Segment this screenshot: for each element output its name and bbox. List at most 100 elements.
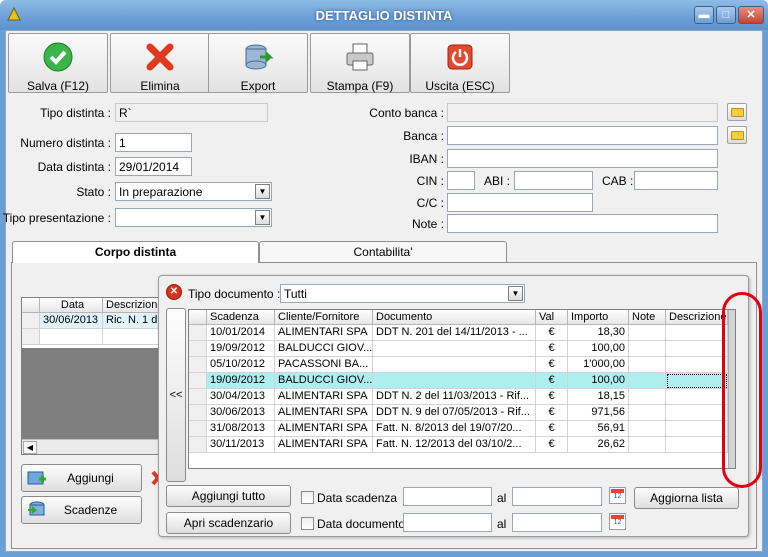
- table-cell[interactable]: ALIMENTARI SPA: [275, 405, 373, 421]
- table-cell[interactable]: Fatt. N. 8/2013 del 19/07/20...: [373, 421, 536, 437]
- table-cell[interactable]: 18,15: [568, 389, 629, 405]
- table-cell[interactable]: [629, 373, 666, 389]
- tipo-documento-select[interactable]: Tutti ▼: [280, 284, 525, 303]
- aggiorna-lista-button[interactable]: Aggiorna lista: [634, 487, 739, 509]
- table-cell[interactable]: [666, 421, 728, 437]
- column-header-documento[interactable]: Documento: [373, 310, 536, 325]
- table-cell[interactable]: [373, 341, 536, 357]
- table-cell[interactable]: Fatt. N. 12/2013 del 03/10/2...: [373, 437, 536, 453]
- table-cell[interactable]: [666, 373, 728, 389]
- data-scadenza-to-input[interactable]: [512, 487, 602, 506]
- maximize-button[interactable]: □: [716, 6, 736, 24]
- apri-scadenzario-button[interactable]: Apri scadenzario: [166, 512, 291, 534]
- save-button[interactable]: Salva (F12): [8, 33, 108, 93]
- column-header-cliente-fornitore[interactable]: Cliente/Fornitore: [275, 310, 373, 325]
- minimize-button[interactable]: ▬: [694, 6, 714, 24]
- row-indicator[interactable]: [189, 325, 207, 341]
- table-cell[interactable]: DDT N. 9 del 07/05/2013 - Rif...: [373, 405, 536, 421]
- data-documento-to-input[interactable]: [512, 513, 602, 532]
- table-cell[interactable]: 31/08/2013: [207, 421, 275, 437]
- table-cell[interactable]: 10/01/2014: [207, 325, 275, 341]
- table-cell[interactable]: €: [536, 373, 568, 389]
- data-documento-from-input[interactable]: [403, 513, 492, 532]
- table-cell[interactable]: [629, 405, 666, 421]
- table-cell[interactable]: [666, 341, 728, 357]
- print-button[interactable]: Stampa (F9): [310, 33, 410, 93]
- table-cell[interactable]: [629, 421, 666, 437]
- table-cell[interactable]: 05/10/2012: [207, 357, 275, 373]
- table-cell[interactable]: [373, 357, 536, 373]
- stato-select[interactable]: In preparazione ▼: [115, 182, 272, 201]
- table-cell[interactable]: €: [536, 437, 568, 453]
- column-header-valuta[interactable]: Val: [536, 310, 568, 325]
- table-cell[interactable]: [666, 325, 728, 341]
- tab-contabilita[interactable]: Contabilita': [259, 241, 507, 263]
- folder-browse-button[interactable]: [727, 103, 747, 121]
- table-cell[interactable]: 19/09/2012: [207, 373, 275, 389]
- aggiungi-button[interactable]: Aggiungi: [21, 464, 142, 492]
- column-header-note[interactable]: Note: [629, 310, 666, 325]
- table-cell[interactable]: ALIMENTARI SPA: [275, 421, 373, 437]
- close-button[interactable]: ✕: [738, 6, 764, 24]
- delete-button[interactable]: Elimina: [110, 33, 210, 93]
- table-cell[interactable]: €: [536, 421, 568, 437]
- table-cell[interactable]: [629, 325, 666, 341]
- table-cell[interactable]: [629, 341, 666, 357]
- export-button[interactable]: Export: [208, 33, 308, 93]
- calendar-icon[interactable]: 12: [609, 487, 626, 504]
- table-cell[interactable]: [666, 357, 728, 373]
- abi-input[interactable]: [514, 171, 593, 190]
- iban-input[interactable]: [447, 149, 718, 168]
- column-header-importo[interactable]: Importo: [568, 310, 629, 325]
- table-cell[interactable]: [629, 437, 666, 453]
- data-documento-checkbox[interactable]: [301, 517, 314, 530]
- row-indicator[interactable]: [189, 357, 207, 373]
- data-scadenza-checkbox[interactable]: [301, 491, 314, 504]
- scadenze-button[interactable]: Scadenze: [21, 496, 142, 524]
- collapse-popup-button[interactable]: <<: [166, 308, 186, 482]
- calendar-icon[interactable]: 12: [609, 513, 626, 530]
- table-cell[interactable]: 30/06/2013: [40, 313, 103, 329]
- note-input[interactable]: [447, 214, 718, 233]
- row-indicator[interactable]: [189, 389, 207, 405]
- column-header-scadenza[interactable]: Scadenza: [207, 310, 275, 325]
- row-indicator[interactable]: [189, 373, 207, 389]
- table-cell[interactable]: ALIMENTARI SPA: [275, 389, 373, 405]
- data-scadenza-from-input[interactable]: [403, 487, 492, 506]
- table-cell[interactable]: 30/04/2013: [207, 389, 275, 405]
- tab-corpo-distinta[interactable]: Corpo distinta: [12, 241, 259, 263]
- table-cell[interactable]: €: [536, 341, 568, 357]
- cab-input[interactable]: [634, 171, 718, 190]
- row-indicator[interactable]: [189, 437, 207, 453]
- table-cell[interactable]: 1'000,00: [568, 357, 629, 373]
- table-cell[interactable]: 19/09/2012: [207, 341, 275, 357]
- table-cell[interactable]: [629, 357, 666, 373]
- table-cell[interactable]: 100,00: [568, 341, 629, 357]
- exit-button[interactable]: Uscita (ESC): [410, 33, 510, 93]
- table-cell[interactable]: 18,30: [568, 325, 629, 341]
- documenti-grid[interactable]: Scadenza Cliente/Fornitore Documento Val Imp…: [188, 309, 736, 469]
- aggiungi-tutto-button[interactable]: Aggiungi tutto: [166, 485, 291, 507]
- cc-input[interactable]: [447, 193, 593, 212]
- table-cell[interactable]: 30/11/2013: [207, 437, 275, 453]
- table-cell[interactable]: €: [536, 357, 568, 373]
- folder-browse-button[interactable]: [727, 126, 747, 144]
- table-cell[interactable]: 56,91: [568, 421, 629, 437]
- column-header-descrizione[interactable]: Descrizione: [666, 310, 728, 325]
- table-cell[interactable]: [629, 389, 666, 405]
- table-cell[interactable]: [666, 389, 728, 405]
- table-cell[interactable]: 100,00: [568, 373, 629, 389]
- data-distinta-input[interactable]: 29/01/2014: [115, 157, 192, 176]
- table-cell[interactable]: ALIMENTARI SPA: [275, 437, 373, 453]
- tipo-presentazione-select[interactable]: ▼: [115, 208, 272, 227]
- table-cell[interactable]: 30/06/2013: [207, 405, 275, 421]
- banca-input[interactable]: [447, 126, 718, 145]
- table-cell[interactable]: [373, 373, 536, 389]
- row-indicator[interactable]: [189, 421, 207, 437]
- table-cell[interactable]: [666, 437, 728, 453]
- table-cell[interactable]: ALIMENTARI SPA: [275, 325, 373, 341]
- table-cell[interactable]: BALDUCCI GIOV...: [275, 373, 373, 389]
- row-indicator[interactable]: [189, 405, 207, 421]
- numero-distinta-input[interactable]: 1: [115, 133, 192, 152]
- table-cell[interactable]: BALDUCCI GIOV...: [275, 341, 373, 357]
